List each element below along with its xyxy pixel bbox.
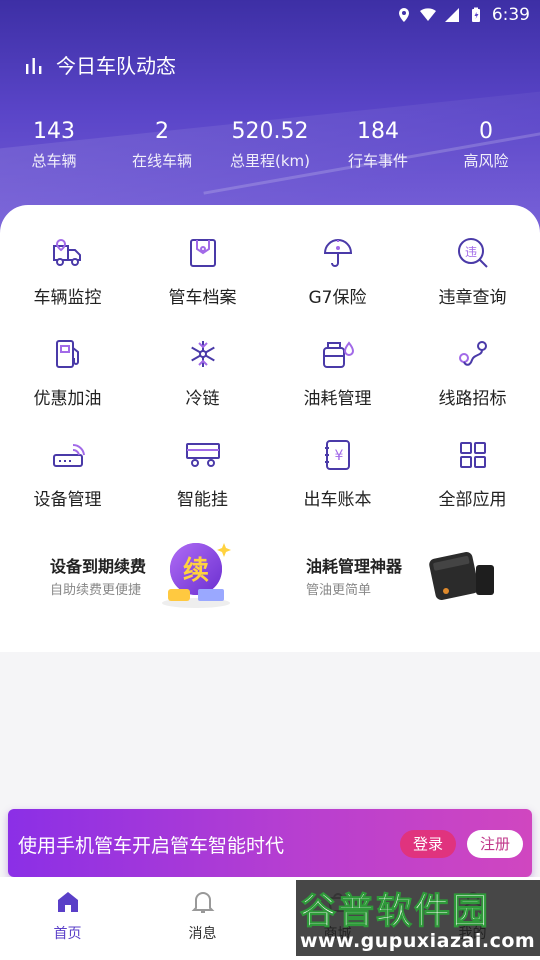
- nav-label: 首页: [53, 926, 82, 942]
- stat-online-vehicles[interactable]: 2 在线车辆: [108, 116, 216, 171]
- bar-chart-icon: [26, 57, 42, 74]
- menu-g7-insurance[interactable]: G7保险: [270, 233, 405, 334]
- watermark-title: 谷普软件园: [299, 891, 491, 933]
- menu-label: 智能挂: [177, 490, 228, 510]
- stat-total-mileage[interactable]: 520.52 总里程(km): [216, 116, 324, 171]
- menu-label: 设备管理: [33, 490, 102, 510]
- menu-all-apps[interactable]: 全部应用: [405, 435, 540, 536]
- menu-label: 出车账本: [303, 490, 372, 510]
- stat-value: 184: [357, 119, 399, 144]
- menu-vehicle-archive[interactable]: 管车档案: [135, 233, 270, 334]
- svg-text:¥: ¥: [334, 448, 343, 464]
- location-icon: [398, 8, 409, 22]
- trailer-icon: [183, 435, 223, 475]
- menu-route-bidding[interactable]: 线路招标: [405, 334, 540, 435]
- umbrella-icon: [318, 233, 358, 273]
- nav-label: 消息: [188, 926, 217, 942]
- login-banner: 使用手机管车开启管车智能时代 登录 注册: [8, 809, 532, 877]
- menu-fuel-discount[interactable]: 优惠加油: [0, 334, 135, 435]
- stat-high-risk[interactable]: 0 高风险: [432, 116, 540, 171]
- stat-driving-events[interactable]: 184 行车事件: [324, 116, 432, 171]
- route-icon: [453, 334, 493, 374]
- stat-value: 2: [155, 119, 169, 144]
- watermark-url: www.gupuxiazai.com: [300, 930, 536, 952]
- menu-trip-ledger[interactable]: ¥ 出车账本: [270, 435, 405, 536]
- menu-label: 油耗管理: [303, 389, 372, 409]
- snowflake-icon: [183, 334, 223, 374]
- menu-fuel-management[interactable]: 油耗管理: [270, 334, 405, 435]
- home-icon: [57, 892, 78, 912]
- app-grid: 车辆监控 管车档案 G7保险 违 违章查询 优惠加油 冷链 油耗管理 线路招标 …: [0, 233, 540, 536]
- signal-icon: [444, 8, 459, 22]
- register-button[interactable]: 注册: [467, 830, 523, 858]
- stat-value: 143: [33, 119, 75, 144]
- status-bar: 6:39: [396, 4, 530, 26]
- menu-violation-query[interactable]: 违 违章查询: [405, 233, 540, 334]
- menu-cold-chain[interactable]: 冷链: [135, 334, 270, 435]
- battery-icon: [471, 7, 480, 22]
- stat-value: 520.52: [231, 119, 309, 144]
- wifi-icon: [419, 8, 436, 21]
- fleet-title-label: 今日车队动态: [56, 54, 176, 78]
- menu-label: 违章查询: [438, 288, 507, 308]
- menu-label: G7保险: [308, 288, 367, 308]
- fleet-title: 今日车队动态: [24, 50, 176, 79]
- promo-title: 油耗管理神器: [306, 557, 403, 576]
- router-icon: [48, 435, 88, 475]
- folder-icon: [183, 233, 223, 273]
- menu-label: 优惠加油: [33, 389, 102, 409]
- bell-icon: [191, 892, 214, 913]
- stat-label: 行车事件: [347, 152, 408, 170]
- nav-messages[interactable]: 消息: [135, 877, 270, 960]
- svg-text:违: 违: [464, 245, 476, 259]
- menu-device-management[interactable]: 设备管理: [0, 435, 135, 536]
- violation-search-icon: 违: [453, 233, 493, 273]
- menu-label: 冷链: [185, 389, 220, 409]
- app-menu-card: 车辆监控 管车档案 G7保险 违 违章查询 优惠加油 冷链 油耗管理 线路招标 …: [0, 205, 540, 652]
- menu-vehicle-monitor[interactable]: 车辆监控: [0, 233, 135, 334]
- stat-label: 总里程(km): [229, 152, 310, 170]
- menu-label: 车辆监控: [33, 288, 102, 308]
- badge-char: 续: [183, 555, 209, 586]
- watermark: 谷普软件园 www.gupuxiazai.com: [296, 880, 540, 956]
- nav-home[interactable]: 首页: [0, 877, 135, 960]
- stat-total-vehicles[interactable]: 143 总车辆: [0, 116, 108, 171]
- banner-text: 使用手机管车开启管车智能时代: [18, 835, 285, 857]
- promo-subtitle: 管油更简单: [306, 583, 372, 598]
- stat-label: 在线车辆: [131, 152, 192, 170]
- fuel-sensor-device-icon: [429, 552, 494, 600]
- promo-fuel-tool[interactable]: 油耗管理神器 管油更简单: [270, 535, 540, 615]
- stat-label: 总车辆: [31, 152, 77, 170]
- ledger-icon: ¥: [318, 435, 358, 475]
- menu-label: 管车档案: [168, 288, 237, 308]
- promo-subtitle: 自助续费更便捷: [50, 583, 142, 598]
- fuel-drop-icon: [318, 334, 358, 374]
- grid-icon: [453, 435, 493, 475]
- status-time: 6:39: [491, 5, 530, 25]
- login-button[interactable]: 登录: [400, 830, 456, 858]
- promo-row: 设备到期续费 自助续费更便捷 续 油耗管理神器 管油更简单: [0, 535, 540, 615]
- renewal-badge-icon: 续: [162, 543, 231, 608]
- menu-smart-trailer[interactable]: 智能挂: [135, 435, 270, 536]
- promo-renewal[interactable]: 设备到期续费 自助续费更便捷 续: [0, 535, 270, 615]
- menu-label: 全部应用: [438, 490, 507, 510]
- stat-value: 0: [479, 119, 493, 144]
- stat-label: 高风险: [463, 152, 509, 170]
- stats-row: 143 总车辆 2 在线车辆 520.52 总里程(km) 184 行车事件 0…: [0, 116, 540, 171]
- menu-label: 线路招标: [438, 389, 507, 409]
- promo-title: 设备到期续费: [50, 557, 147, 576]
- fuel-pump-icon: [48, 334, 88, 374]
- truck-location-icon: [48, 233, 88, 273]
